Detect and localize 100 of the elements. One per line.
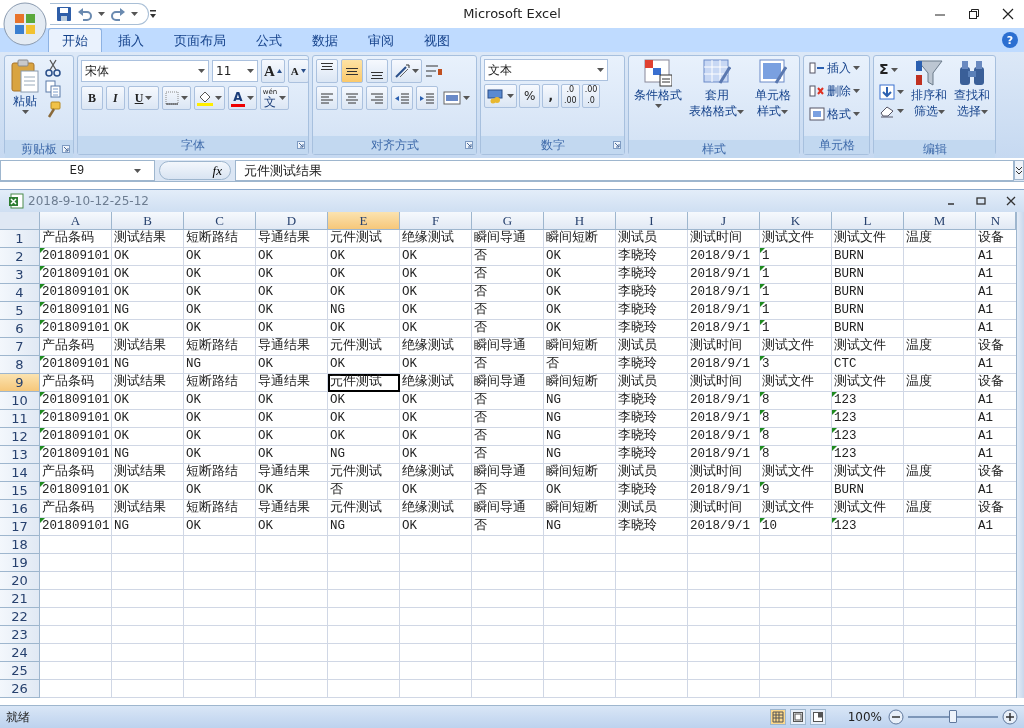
row-header[interactable]: 9 [0,374,40,392]
align-top-button[interactable] [316,59,338,83]
column-header[interactable]: E [328,212,400,230]
italic-button[interactable]: I [106,86,125,110]
zoom-slider-thumb[interactable] [949,710,957,723]
font-size-field[interactable]: 11 [212,60,258,82]
ribbon-tab[interactable]: 审阅 [354,27,408,52]
name-box[interactable]: E9 [0,160,155,181]
column-header[interactable]: C [184,212,256,230]
wrap-text-icon[interactable] [425,63,443,79]
percent-button[interactable]: % [519,84,541,108]
customize-toolbar-icon[interactable] [149,9,157,19]
row-header[interactable]: 15 [0,482,40,500]
column-header[interactable]: I [616,212,688,230]
ribbon-tab[interactable]: 开始 [48,27,102,52]
delete-cells-button[interactable]: 删除 [807,82,866,100]
ribbon-tab[interactable]: 公式 [242,27,296,52]
sort-filter-button[interactable]: 排序和 筛选 [909,59,949,137]
undo-icon[interactable] [77,6,93,22]
close-icon[interactable] [1006,196,1016,206]
page-break-view-button[interactable] [809,709,826,725]
row-header[interactable]: 12 [0,428,40,446]
row-header[interactable]: 22 [0,608,40,626]
vertical-scrollbar[interactable] [1016,212,1024,698]
dialog-launcher-icon[interactable] [297,141,305,149]
underline-button[interactable]: U [127,86,160,110]
column-header[interactable]: A [40,212,112,230]
column-header[interactable]: G [472,212,544,230]
row-header[interactable]: 16 [0,500,40,518]
row-header[interactable]: 3 [0,266,40,284]
conditional-style-button[interactable]: 条件格式 [632,59,684,137]
row-header[interactable]: 13 [0,446,40,464]
row-header[interactable]: 7 [0,338,40,356]
ribbon-tab[interactable]: 插入 [104,27,158,52]
normal-view-button[interactable] [769,709,786,725]
dialog-launcher-icon[interactable] [465,141,473,149]
dialog-launcher-icon[interactable] [62,145,70,153]
restore-icon[interactable] [976,196,986,206]
row-header[interactable]: 25 [0,662,40,680]
row-header[interactable]: 5 [0,302,40,320]
row-header[interactable]: 17 [0,518,40,536]
restore-icon[interactable] [968,8,980,20]
font-color-button[interactable]: A [228,86,257,110]
merge-center-button[interactable] [441,91,472,105]
column-header[interactable]: L [832,212,904,230]
number-format-field[interactable]: 文本 [484,59,608,81]
accounting-format-button[interactable] [484,84,517,108]
row-header[interactable]: 21 [0,590,40,608]
format-cells-button[interactable]: 格式 [807,105,866,123]
expand-icon[interactable] [1014,160,1024,180]
font-name-field[interactable]: 宋体 [81,60,209,82]
increase-indent-button[interactable] [416,86,438,110]
ribbon-tab[interactable]: 页面布局 [160,27,240,52]
column-header[interactable]: M [904,212,976,230]
column-header[interactable]: N [976,212,1016,230]
find-select-button[interactable]: 查找和 选择 [952,59,992,137]
fill-color-button[interactable] [194,86,226,110]
zoom-in-icon[interactable] [1002,709,1018,725]
column-header[interactable]: H [544,212,616,230]
column-header[interactable]: K [760,212,832,230]
align-middle-button[interactable] [341,59,363,83]
row-header[interactable]: 2 [0,248,40,266]
decrease-decimal-button[interactable]: .00 .0 [581,84,601,108]
row-header[interactable]: 20 [0,572,40,590]
column-header[interactable]: D [256,212,328,230]
row-header[interactable]: 10 [0,392,40,410]
align-bottom-button[interactable] [366,59,388,83]
ribbon-tab[interactable]: 视图 [410,27,464,52]
autosum-button[interactable]: Σ [877,59,906,80]
dialog-launcher-icon[interactable] [613,141,621,149]
insert-function-button[interactable]: fx [159,161,231,180]
borders-button[interactable] [162,86,192,110]
save-icon[interactable] [56,6,72,22]
formula-input[interactable]: 元件测试结果 [235,160,1014,181]
comma-style-button[interactable]: , [542,84,559,108]
row-header[interactable]: 23 [0,626,40,644]
row-header[interactable]: 18 [0,536,40,554]
row-header[interactable]: 1 [0,230,40,248]
increase-decimal-button[interactable]: .0 .00 [560,84,580,108]
zoom-out-icon[interactable] [888,709,904,725]
column-header[interactable]: J [688,212,760,230]
scissors-icon[interactable] [45,59,61,77]
redo-icon[interactable] [110,6,126,22]
row-header[interactable]: 24 [0,644,40,662]
shrink-font-button[interactable]: A [287,59,309,83]
insert-cells-button[interactable]: 插入 [807,59,866,77]
column-header[interactable]: B [112,212,184,230]
orientation-button[interactable] [391,59,422,83]
row-header[interactable]: 8 [0,356,40,374]
row-header[interactable]: 19 [0,554,40,572]
row-header[interactable]: 4 [0,284,40,302]
format-painter-icon[interactable] [45,101,61,119]
cell-style-button[interactable]: 单元格 样式 [749,59,796,137]
paste-button[interactable]: 粘贴 [8,59,42,137]
table-style-button[interactable]: 套用 表格格式 [687,59,746,137]
row-header[interactable]: 26 [0,680,40,698]
row-header[interactable]: 14 [0,464,40,482]
column-header[interactable]: F [400,212,472,230]
row-header[interactable]: 6 [0,320,40,338]
ribbon-tab[interactable]: 数据 [298,27,352,52]
